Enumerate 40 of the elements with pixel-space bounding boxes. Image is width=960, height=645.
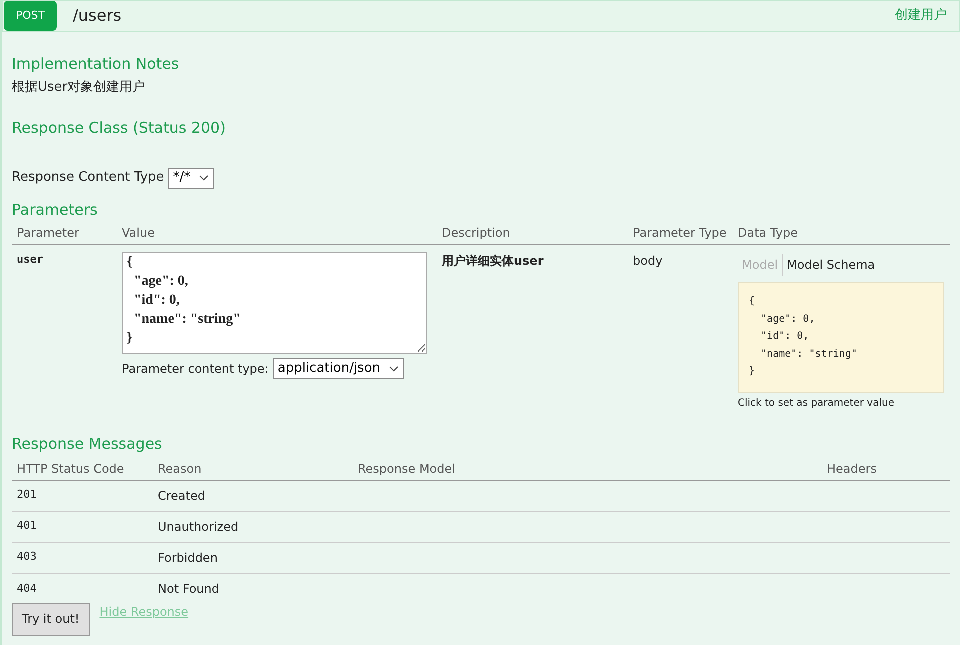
status-code: 403 [16,549,38,566]
status-reason: Not Found [157,581,220,598]
model-schema-code[interactable]: { "age": 0, "id": 0, "name": "string" } [738,282,944,393]
section-title: Parameters [12,200,99,220]
implementation-notes-text: 根据User对象创建用户 [12,78,147,96]
column-header: Parameter [16,225,80,242]
parameter-name: user [16,252,44,268]
column-header: Response Model [357,460,456,478]
column-header: Parameter Type [632,225,728,242]
method-badge: POST [4,1,57,31]
column-header: Value [121,225,156,242]
chevron-down-icon [198,175,209,181]
status-reason: Created [157,488,206,504]
schema-hint: Click to set as parameter value [738,397,896,411]
response-content-type-label: Response Content Type [12,169,164,188]
column-header: Data Type [737,225,800,242]
status-code: 201 [16,487,38,504]
chevron-down-icon [388,366,399,372]
column-header: Headers [826,460,878,478]
endpoint-header[interactable]: POST /users 创建用户 [2,0,960,32]
status-reason: Forbidden [157,550,219,566]
status-reason: Unauthorized [157,518,240,536]
status-code: 404 [16,580,38,597]
parameter-type: body [632,253,664,270]
section-title: Response Class (Status 200) [12,118,227,139]
endpoint-path: /users [73,5,122,27]
column-header: Reason [157,460,203,478]
status-code: 401 [16,518,38,534]
parameter-description: 用户详细实体user [441,253,545,270]
response-content-type-select[interactable]: */* [168,168,214,188]
section-title: Response Messages [12,434,164,455]
model-tab[interactable]: Model Schema [782,254,880,276]
endpoint-summary: 创建用户 [895,7,947,26]
try-it-out-button[interactable]: Try it out! [12,602,90,636]
section-title: Implementation Notes [12,54,180,75]
column-header: HTTP Status Code [16,460,126,478]
parameter-content-type-label: Parameter content type: [122,360,269,378]
parameter-value-field[interactable]: { "age": 0, "id": 0, "name": "string" } [122,252,427,354]
column-header: Description [441,225,512,242]
parameter-content-type-select[interactable]: application/json [272,358,404,379]
